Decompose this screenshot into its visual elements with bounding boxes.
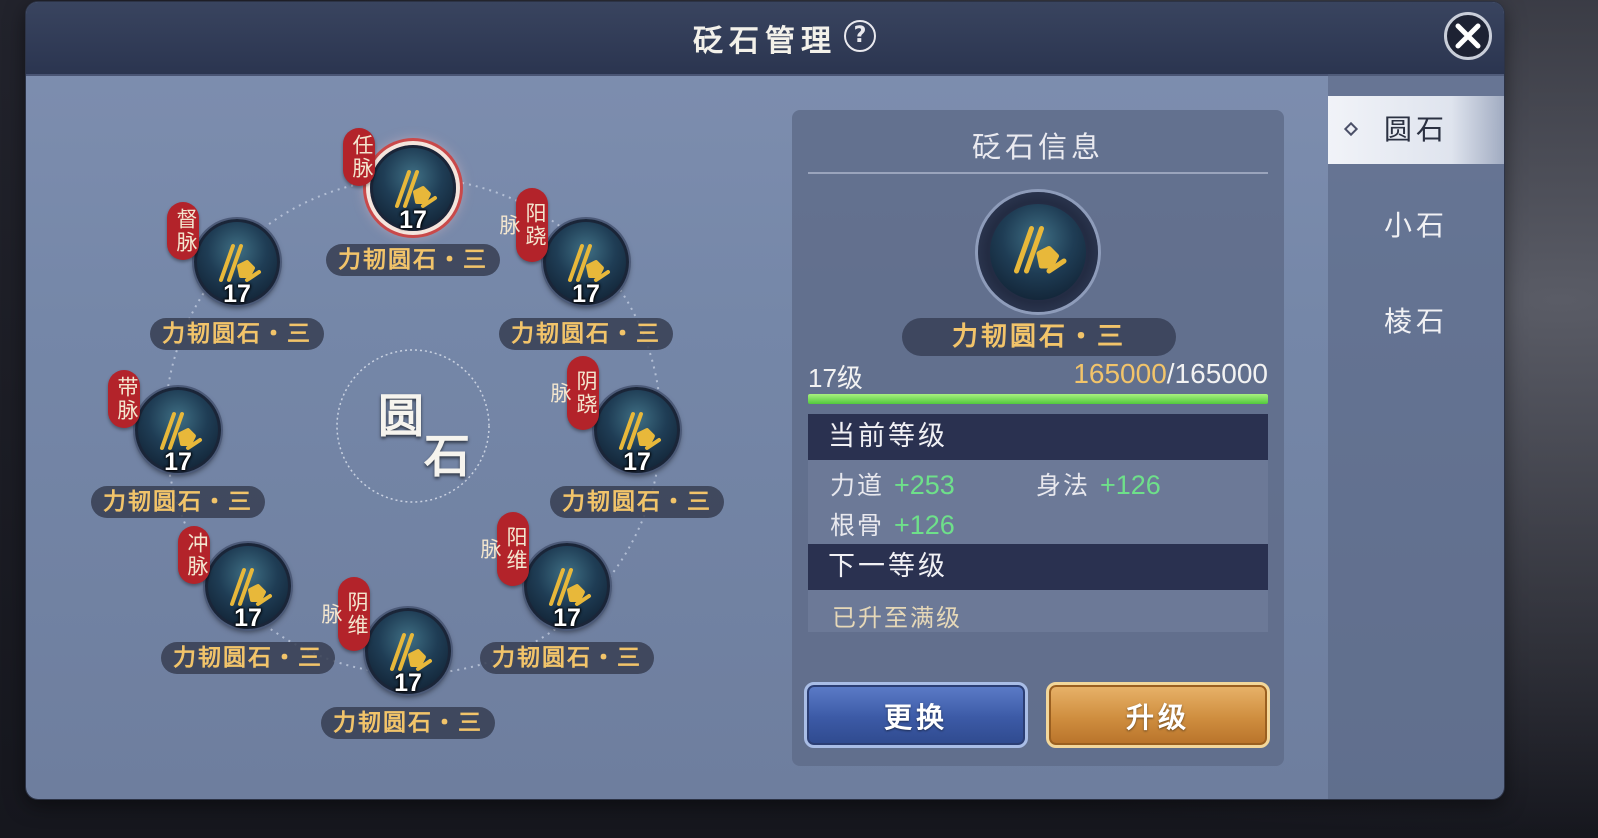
info-stone-name: 力韧圆石・三: [902, 318, 1176, 356]
stone-name: 力韧圆石・三: [161, 642, 335, 674]
tab-prism-stone[interactable]: 棱石: [1328, 288, 1504, 356]
tab-small-stone-label: 小石: [1383, 209, 1448, 242]
meridian-tag: 阴维脉: [319, 577, 370, 651]
exp-readout: 165000/165000: [1073, 358, 1268, 390]
swap-button[interactable]: 更换: [804, 682, 1028, 748]
stat-strength-value: +253: [893, 470, 955, 500]
close-icon: [1455, 23, 1481, 49]
stone-name: 力韧圆石・三: [91, 486, 265, 518]
stone-type-tabs: 圆石 小石 棱石: [1328, 74, 1504, 799]
title-bar: 砭石管理 ?: [26, 2, 1504, 76]
meridian-tag: 带脉: [108, 370, 140, 428]
stat-strength-label: 力道: [830, 471, 885, 500]
stone-info-panel: 砭石信息 力韧圆石・三 17级 165000/165000 当前等级 力道 +2…: [792, 110, 1284, 766]
stat-agility-value: +126: [1099, 470, 1161, 500]
stone-level: 17: [553, 604, 581, 632]
tab-prism-stone-label: 棱石: [1383, 305, 1448, 338]
stone-level: 17: [234, 604, 262, 632]
stone-glyph-icon: [1014, 226, 1067, 274]
stone-level: 17: [394, 669, 422, 697]
help-icon[interactable]: ?: [844, 20, 876, 52]
upgrade-button[interactable]: 升级: [1046, 682, 1270, 748]
tab-round-stone[interactable]: 圆石: [1328, 96, 1504, 164]
meridian-tag: 任脉: [343, 128, 375, 186]
exp-progress-fill: [808, 394, 1268, 404]
info-title: 砭石信息: [971, 130, 1104, 164]
stone-level: 17: [223, 280, 251, 308]
info-divider: [808, 172, 1268, 174]
exp-max: /165000: [1166, 358, 1268, 389]
meridian-tag: 冲脉: [178, 526, 210, 584]
stone-level: 17: [572, 280, 600, 308]
next-level-header: 下一等级: [808, 544, 1268, 590]
stone-name: 力韧圆石・三: [480, 642, 654, 674]
selected-diamond-icon: [1343, 121, 1359, 137]
stone-level: 17: [164, 448, 192, 476]
tab-small-stone[interactable]: 小石: [1328, 192, 1504, 260]
exp-progress-bar: [808, 394, 1268, 404]
stat-strength: 力道 +253: [830, 466, 955, 502]
stat-agility: 身法 +126: [1036, 466, 1161, 502]
center-char-2: 石: [424, 429, 470, 483]
stone-name: 力韧圆石・三: [550, 486, 724, 518]
tab-round-stone-label: 圆石: [1383, 113, 1448, 146]
stat-constitution-label: 根骨: [830, 511, 885, 540]
center-char-1: 圆: [378, 389, 424, 443]
stone-level: 17: [623, 448, 651, 476]
meridian-tag: 督脉: [167, 202, 199, 260]
meridian-tag: 阴跷脉: [548, 356, 599, 430]
info-level: 17级: [808, 363, 863, 393]
current-level-header: 当前等级: [808, 414, 1268, 460]
maxed-text: 已升至满级: [832, 604, 962, 632]
window-title: 砭石管理: [693, 24, 837, 59]
stone-level: 17: [399, 206, 427, 234]
meridian-tag: 阳跷脉: [497, 188, 548, 262]
next-level-body: 已升至满级: [808, 590, 1268, 632]
close-button[interactable]: [1444, 12, 1492, 60]
stone-name: 力韧圆石・三: [326, 244, 500, 276]
stone-name: 力韧圆石・三: [499, 318, 673, 350]
meridian-tag: 阳维脉: [478, 512, 529, 586]
stone-name: 力韧圆石・三: [150, 318, 324, 350]
center-emblem: 圆 石: [342, 350, 496, 504]
meridian-stone-ring: 圆 石 17 任脉 力韧圆石・三 17 阳跷脉 力韧圆石・三 17 阴跷脉 力韧圆石・三 17 阳维…: [26, 74, 786, 799]
stat-constitution-value: +126: [893, 510, 955, 540]
stone-name: 力韧圆石・三: [321, 707, 495, 739]
exp-current: 165000: [1073, 358, 1167, 389]
stat-agility-label: 身法: [1036, 471, 1091, 500]
stone-management-window: 砭石管理 ? 圆 石 17 任脉 力韧圆石・三 17 阳跷脉 力韧圆石・三 17 阴跷脉 力韧圆…: [26, 2, 1504, 799]
current-level-stats: 力道 +253 身法 +126 根骨 +126: [808, 460, 1268, 544]
selected-stone-orb: [978, 192, 1098, 312]
stat-constitution: 根骨 +126: [830, 506, 955, 542]
